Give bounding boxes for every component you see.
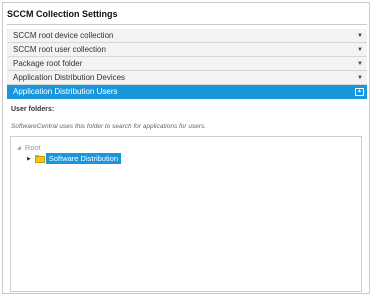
tree-node-label: Root [24,143,41,152]
section-label: Package root folder [13,59,83,68]
folder-icon [34,154,45,163]
tree-expanded-icon[interactable]: ◢ [17,145,21,151]
section-label: SCCM root user collection [13,45,106,54]
section-label: Application Distribution Users [13,87,118,96]
section-content: User folders: SoftwareCentral uses this … [7,101,367,295]
title-divider [7,24,367,25]
section-application-distribution-devices[interactable]: Application Distribution Devices ▼ [7,71,367,85]
section-label: SCCM root device collection [13,31,114,40]
section-package-root-folder[interactable]: Package root folder ▼ [7,57,367,71]
user-folders-label: User folders: [11,106,55,113]
section-application-distribution-users[interactable]: Application Distribution Users ▲ [7,85,367,99]
chevron-down-icon: ▼ [357,46,363,53]
help-text: SoftwareCentral uses this folder to sear… [11,123,207,130]
section-sccm-root-device-collection[interactable]: SCCM root device collection ▼ [7,29,367,43]
section-label: Application Distribution Devices [13,73,126,82]
folder-tree[interactable]: ◢ Root ▶ Software Distribution [10,136,362,292]
collapse-up-icon[interactable]: ▲ [355,87,364,96]
panel-title: SCCM Collection Settings [7,9,118,19]
settings-panel: SCCM Collection Settings SCCM root devic… [2,2,370,294]
tree-collapsed-icon[interactable]: ▶ [27,156,31,162]
tree-node-label-selected[interactable]: Software Distribution [45,153,122,164]
chevron-down-icon: ▼ [357,32,363,39]
tree-node-software-distribution[interactable]: ▶ Software Distribution [27,153,122,164]
tree-node-root[interactable]: ◢ Root [17,143,41,152]
section-sccm-root-user-collection[interactable]: SCCM root user collection ▼ [7,43,367,57]
chevron-down-icon: ▼ [357,74,363,81]
chevron-down-icon: ▼ [357,60,363,67]
